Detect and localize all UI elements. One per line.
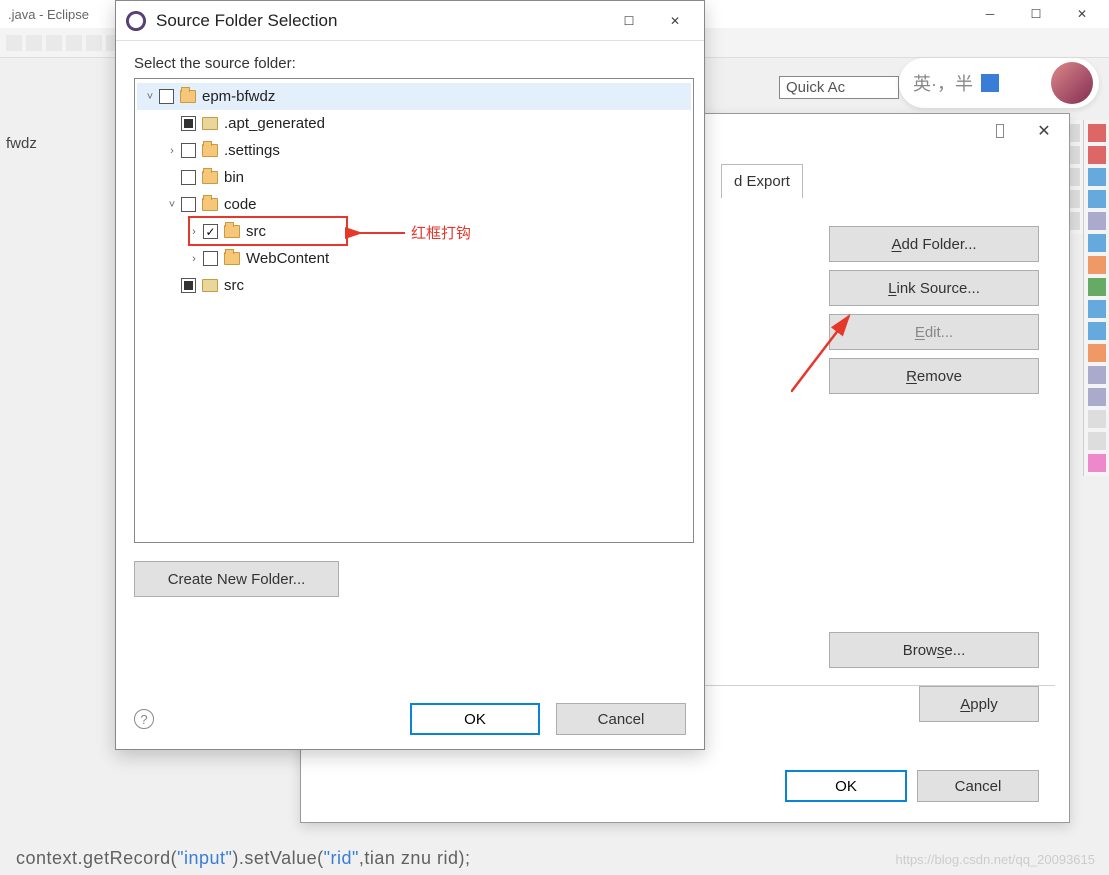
help-icon[interactable]: ? xyxy=(134,709,154,729)
folder-icon xyxy=(180,90,196,103)
folder-icon xyxy=(202,198,218,211)
folder-icon xyxy=(202,279,218,292)
dialog-footer: ? OK Cancel xyxy=(134,703,686,735)
checkbox[interactable] xyxy=(203,251,218,266)
view-icon[interactable] xyxy=(1088,322,1106,340)
create-new-folder-button[interactable]: Create New Folder... xyxy=(134,561,339,597)
tree-row[interactable]: .apt_generated xyxy=(137,110,691,137)
source-buttons: Add Folder... Link Source... Edit... Rem… xyxy=(829,226,1039,394)
view-icon[interactable] xyxy=(1088,168,1106,186)
window-controls: ☐ ✕ xyxy=(606,4,698,38)
sfs-titlebar: Source Folder Selection ☐ ✕ xyxy=(116,1,704,41)
toolbar-icon[interactable] xyxy=(46,35,62,51)
checkbox[interactable] xyxy=(181,170,196,185)
folder-icon xyxy=(202,117,218,130)
view-icon[interactable] xyxy=(1088,432,1106,450)
checkbox[interactable] xyxy=(181,116,196,131)
collapse-icon[interactable]: ˅ xyxy=(143,91,157,103)
checkbox[interactable] xyxy=(159,89,174,104)
app-icon xyxy=(126,11,146,31)
add-folder-button[interactable]: Add Folder... xyxy=(829,226,1039,262)
tree-item-label: .apt_generated xyxy=(224,115,325,132)
ok-button[interactable]: OK xyxy=(785,770,907,802)
checkbox[interactable] xyxy=(181,197,196,212)
expand-icon[interactable]: › xyxy=(165,145,179,157)
badge-text: 英·，半 xyxy=(913,70,973,96)
tshirt-icon xyxy=(981,74,999,92)
view-icon[interactable] xyxy=(1088,344,1106,362)
maximize-button[interactable]: ☐ xyxy=(1013,0,1059,28)
close-button[interactable]: ✕ xyxy=(1059,0,1105,28)
source-folder-selection-dialog: Source Folder Selection ☐ ✕ Select the s… xyxy=(115,0,705,750)
toolbar-icon[interactable] xyxy=(86,35,102,51)
edit-button: Edit... xyxy=(829,314,1039,350)
toolbar-icon[interactable] xyxy=(26,35,42,51)
folder-icon xyxy=(202,171,218,184)
select-source-label: Select the source folder: xyxy=(134,55,686,72)
code-line: context.getRecord("input").setValue("rid… xyxy=(16,848,470,869)
avatar-icon xyxy=(1051,62,1093,104)
view-icon[interactable] xyxy=(1088,366,1106,384)
folder-icon xyxy=(202,144,218,157)
checkbox[interactable] xyxy=(203,224,218,239)
expand-icon[interactable]: › xyxy=(187,226,201,238)
tree-row[interactable]: ˅ epm-bfwdz xyxy=(137,83,691,110)
annotation-label: 红框打钩 xyxy=(355,222,471,243)
tree-item-label: src xyxy=(246,223,266,240)
apply-button[interactable]: Apply xyxy=(919,686,1039,722)
minimize-button[interactable]: ─ xyxy=(967,0,1013,28)
eclipse-window-controls: ─ ☐ ✕ xyxy=(967,0,1105,28)
view-icon[interactable] xyxy=(1088,234,1106,252)
eclipse-title-text: .java - Eclipse xyxy=(8,7,89,22)
tree-row[interactable]: src xyxy=(137,272,691,299)
quick-access-input[interactable]: Quick Ac xyxy=(779,76,899,99)
folder-icon xyxy=(224,252,240,265)
close-button[interactable]: ✕ xyxy=(652,4,698,38)
maximize-button[interactable]: ☐ xyxy=(606,4,652,38)
view-icon[interactable] xyxy=(1088,454,1106,472)
tab-order-export[interactable]: d Export xyxy=(721,164,803,198)
tree-item-label: epm-bfwdz xyxy=(202,88,275,105)
view-icon[interactable] xyxy=(1088,146,1106,164)
watermark: https://blog.csdn.net/qq_20093615 xyxy=(896,852,1096,867)
tree-item-label: src xyxy=(224,277,244,294)
close-button[interactable]: ✕ xyxy=(1025,118,1063,144)
toolbar-icon[interactable] xyxy=(6,35,22,51)
dialog-buttons: OK Cancel xyxy=(785,770,1039,802)
folder-icon xyxy=(224,225,240,238)
view-icon[interactable] xyxy=(1088,388,1106,406)
checkbox[interactable] xyxy=(181,278,196,293)
tree-item-label: code xyxy=(224,196,257,213)
expand-icon[interactable]: › xyxy=(187,253,201,265)
cancel-button[interactable]: Cancel xyxy=(917,770,1039,802)
dialog-title: Source Folder Selection xyxy=(156,11,606,31)
maximize-button[interactable] xyxy=(981,118,1019,144)
link-source-button[interactable]: Link Source... xyxy=(829,270,1039,306)
view-icon[interactable] xyxy=(1088,190,1106,208)
tree-item-label: bin xyxy=(224,169,244,186)
cancel-button[interactable]: Cancel xyxy=(556,703,686,735)
tree-row[interactable]: › .settings xyxy=(137,137,691,164)
ok-button[interactable]: OK xyxy=(410,703,540,735)
view-icon[interactable] xyxy=(1088,212,1106,230)
tree-row[interactable]: bin xyxy=(137,164,691,191)
view-toolbar-far-right xyxy=(1083,120,1109,476)
side-editor-label: fwdz xyxy=(6,135,37,152)
tree-item-label: .settings xyxy=(224,142,280,159)
view-icon[interactable] xyxy=(1088,256,1106,274)
tree-item-label: WebContent xyxy=(246,250,329,267)
view-icon[interactable] xyxy=(1088,124,1106,142)
view-icon[interactable] xyxy=(1088,410,1106,428)
collapse-icon[interactable]: ˅ xyxy=(165,199,179,211)
browse-button[interactable]: Browse... xyxy=(829,632,1039,668)
remove-button[interactable]: Remove xyxy=(829,358,1039,394)
view-icon[interactable] xyxy=(1088,278,1106,296)
tree-row[interactable]: › WebContent xyxy=(137,245,691,272)
tree-row[interactable]: ˅ code xyxy=(137,191,691,218)
view-icon[interactable] xyxy=(1088,300,1106,318)
toolbar-icon[interactable] xyxy=(66,35,82,51)
folder-tree[interactable]: ˅ epm-bfwdz .apt_generated › .settings bin ˅ co… xyxy=(134,78,694,543)
checkbox[interactable] xyxy=(181,143,196,158)
overlay-badge: 英·，半 xyxy=(899,58,1099,108)
